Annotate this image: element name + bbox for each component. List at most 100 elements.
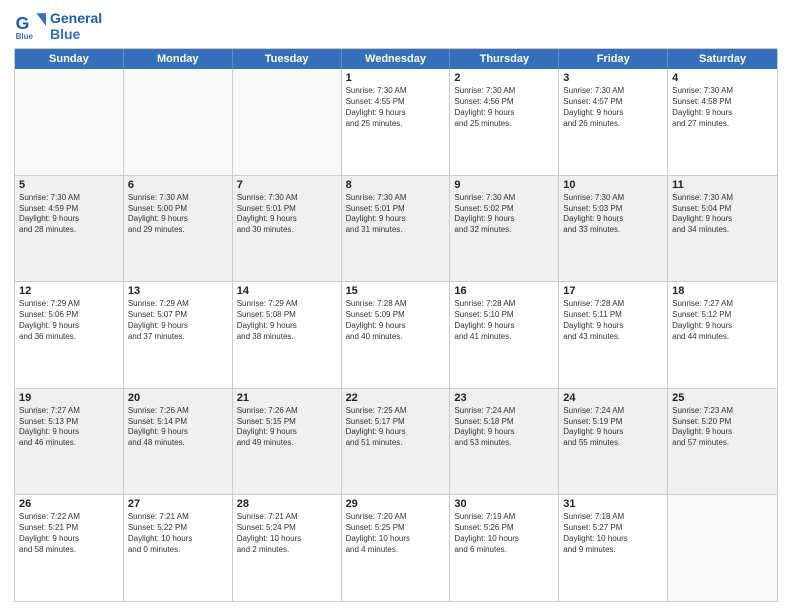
day-number: 20 bbox=[128, 392, 228, 404]
day-number: 23 bbox=[454, 392, 554, 404]
cal-cell: 25 Sunrise: 7:23 AM Sunset: 5:20 PM Dayli… bbox=[668, 389, 777, 495]
day-number: 6 bbox=[128, 179, 228, 191]
cal-cell: 31Sunrise: 7:18 AM Sunset: 5:27 PM Dayli… bbox=[559, 495, 668, 601]
day-info: Sunrise: 7:20 AM Sunset: 5:25 PM Dayligh… bbox=[346, 512, 446, 555]
cal-week-2: 12 Sunrise: 7:29 AM Sunset: 5:06 PM Dayli… bbox=[15, 281, 777, 388]
cal-cell: 11Sunrise: 7:30 AM Sunset: 5:04 PM Dayli… bbox=[668, 176, 777, 282]
day-number: 2 bbox=[454, 72, 554, 84]
day-info: Sunrise: 7:30 AM Sunset: 5:01 PM Dayligh… bbox=[346, 193, 446, 236]
cal-cell: 29 Sunrise: 7:20 AM Sunset: 5:25 PM Dayli… bbox=[342, 495, 451, 601]
header-day-wednesday: Wednesday bbox=[342, 49, 451, 69]
day-info: Sunrise: 7:18 AM Sunset: 5:27 PM Dayligh… bbox=[563, 512, 663, 555]
day-number: 15 bbox=[346, 285, 446, 297]
day-info: Sunrise: 7:30 AM Sunset: 4:58 PM Dayligh… bbox=[672, 86, 773, 129]
page: G Blue General Blue SundayMondayTuesdayW… bbox=[0, 0, 792, 612]
cal-cell: 1 Sunrise: 7:30 AM Sunset: 4:55 PM Daylig… bbox=[342, 69, 451, 175]
cal-cell: 5Sunrise: 7:30 AM Sunset: 4:59 PM Daylig… bbox=[15, 176, 124, 282]
day-number: 17 bbox=[563, 285, 663, 297]
cal-cell: 19Sunrise: 7:27 AM Sunset: 5:13 PM Dayli… bbox=[15, 389, 124, 495]
day-info: Sunrise: 7:27 AM Sunset: 5:13 PM Dayligh… bbox=[19, 406, 119, 449]
cal-cell: 13Sunrise: 7:29 AM Sunset: 5:07 PM Dayli… bbox=[124, 282, 233, 388]
day-info: Sunrise: 7:30 AM Sunset: 4:55 PM Dayligh… bbox=[346, 86, 446, 129]
cal-cell bbox=[15, 69, 124, 175]
header: G Blue General Blue bbox=[14, 10, 778, 42]
day-info: Sunrise: 7:30 AM Sunset: 5:02 PM Dayligh… bbox=[454, 193, 554, 236]
cal-cell: 21Sunrise: 7:26 AM Sunset: 5:15 PM Dayli… bbox=[233, 389, 342, 495]
cal-cell bbox=[124, 69, 233, 175]
cal-cell: 24 Sunrise: 7:24 AM Sunset: 5:19 PM Dayli… bbox=[559, 389, 668, 495]
day-info: Sunrise: 7:22 AM Sunset: 5:21 PM Dayligh… bbox=[19, 512, 119, 555]
cal-cell: 26 Sunrise: 7:22 AM Sunset: 5:21 PM Dayli… bbox=[15, 495, 124, 601]
day-number: 29 bbox=[346, 498, 446, 510]
day-info: Sunrise: 7:29 AM Sunset: 5:06 PM Dayligh… bbox=[19, 299, 119, 342]
header-day-thursday: Thursday bbox=[450, 49, 559, 69]
day-number: 7 bbox=[237, 179, 337, 191]
logo: G Blue General Blue bbox=[14, 10, 102, 42]
svg-text:Blue: Blue bbox=[16, 32, 34, 41]
day-number: 9 bbox=[454, 179, 554, 191]
day-number: 10 bbox=[563, 179, 663, 191]
logo-line1: General bbox=[50, 10, 102, 26]
header-day-monday: Monday bbox=[124, 49, 233, 69]
day-info: Sunrise: 7:29 AM Sunset: 5:07 PM Dayligh… bbox=[128, 299, 228, 342]
day-info: Sunrise: 7:19 AM Sunset: 5:26 PM Dayligh… bbox=[454, 512, 554, 555]
cal-cell bbox=[233, 69, 342, 175]
cal-cell: 14 Sunrise: 7:29 AM Sunset: 5:08 PM Dayli… bbox=[233, 282, 342, 388]
day-info: Sunrise: 7:28 AM Sunset: 5:09 PM Dayligh… bbox=[346, 299, 446, 342]
day-info: Sunrise: 7:30 AM Sunset: 4:57 PM Dayligh… bbox=[563, 86, 663, 129]
cal-cell: 6 Sunrise: 7:30 AM Sunset: 5:00 PM Daylig… bbox=[124, 176, 233, 282]
header-day-saturday: Saturday bbox=[668, 49, 777, 69]
cal-cell: 7 Sunrise: 7:30 AM Sunset: 5:01 PM Daylig… bbox=[233, 176, 342, 282]
cal-week-4: 26 Sunrise: 7:22 AM Sunset: 5:21 PM Dayli… bbox=[15, 494, 777, 601]
cal-cell: 12 Sunrise: 7:29 AM Sunset: 5:06 PM Dayli… bbox=[15, 282, 124, 388]
cal-cell: 22 Sunrise: 7:25 AM Sunset: 5:17 PM Dayli… bbox=[342, 389, 451, 495]
day-info: Sunrise: 7:28 AM Sunset: 5:11 PM Dayligh… bbox=[563, 299, 663, 342]
day-number: 4 bbox=[672, 72, 773, 84]
cal-cell bbox=[668, 495, 777, 601]
day-number: 5 bbox=[19, 179, 119, 191]
header-day-tuesday: Tuesday bbox=[233, 49, 342, 69]
logo-icon: G Blue bbox=[14, 10, 46, 42]
cal-cell: 23 Sunrise: 7:24 AM Sunset: 5:18 PM Dayli… bbox=[450, 389, 559, 495]
day-number: 12 bbox=[19, 285, 119, 297]
day-number: 26 bbox=[19, 498, 119, 510]
cal-week-0: 1 Sunrise: 7:30 AM Sunset: 4:55 PM Daylig… bbox=[15, 69, 777, 175]
day-number: 21 bbox=[237, 392, 337, 404]
day-number: 1 bbox=[346, 72, 446, 84]
svg-text:G: G bbox=[16, 13, 30, 33]
day-info: Sunrise: 7:21 AM Sunset: 5:22 PM Dayligh… bbox=[128, 512, 228, 555]
day-number: 18 bbox=[672, 285, 773, 297]
cal-cell: 30Sunrise: 7:19 AM Sunset: 5:26 PM Dayli… bbox=[450, 495, 559, 601]
day-info: Sunrise: 7:25 AM Sunset: 5:17 PM Dayligh… bbox=[346, 406, 446, 449]
calendar-body: 1 Sunrise: 7:30 AM Sunset: 4:55 PM Daylig… bbox=[15, 69, 777, 601]
cal-cell: 20 Sunrise: 7:26 AM Sunset: 5:14 PM Dayli… bbox=[124, 389, 233, 495]
day-info: Sunrise: 7:21 AM Sunset: 5:24 PM Dayligh… bbox=[237, 512, 337, 555]
cal-cell: 17 Sunrise: 7:28 AM Sunset: 5:11 PM Dayli… bbox=[559, 282, 668, 388]
day-info: Sunrise: 7:26 AM Sunset: 5:14 PM Dayligh… bbox=[128, 406, 228, 449]
day-info: Sunrise: 7:24 AM Sunset: 5:19 PM Dayligh… bbox=[563, 406, 663, 449]
day-info: Sunrise: 7:29 AM Sunset: 5:08 PM Dayligh… bbox=[237, 299, 337, 342]
cal-cell: 3 Sunrise: 7:30 AM Sunset: 4:57 PM Daylig… bbox=[559, 69, 668, 175]
day-number: 28 bbox=[237, 498, 337, 510]
cal-week-1: 5Sunrise: 7:30 AM Sunset: 4:59 PM Daylig… bbox=[15, 175, 777, 282]
day-info: Sunrise: 7:30 AM Sunset: 4:56 PM Dayligh… bbox=[454, 86, 554, 129]
cal-cell: 27 Sunrise: 7:21 AM Sunset: 5:22 PM Dayli… bbox=[124, 495, 233, 601]
day-number: 14 bbox=[237, 285, 337, 297]
cal-cell: 15 Sunrise: 7:28 AM Sunset: 5:09 PM Dayli… bbox=[342, 282, 451, 388]
day-number: 27 bbox=[128, 498, 228, 510]
day-number: 3 bbox=[563, 72, 663, 84]
day-info: Sunrise: 7:28 AM Sunset: 5:10 PM Dayligh… bbox=[454, 299, 554, 342]
day-number: 22 bbox=[346, 392, 446, 404]
header-day-friday: Friday bbox=[559, 49, 668, 69]
cal-cell: 2 Sunrise: 7:30 AM Sunset: 4:56 PM Daylig… bbox=[450, 69, 559, 175]
day-number: 16 bbox=[454, 285, 554, 297]
day-info: Sunrise: 7:23 AM Sunset: 5:20 PM Dayligh… bbox=[672, 406, 773, 449]
cal-cell: 4 Sunrise: 7:30 AM Sunset: 4:58 PM Daylig… bbox=[668, 69, 777, 175]
cal-cell: 10Sunrise: 7:30 AM Sunset: 5:03 PM Dayli… bbox=[559, 176, 668, 282]
cal-cell: 8Sunrise: 7:30 AM Sunset: 5:01 PM Daylig… bbox=[342, 176, 451, 282]
day-number: 24 bbox=[563, 392, 663, 404]
day-info: Sunrise: 7:30 AM Sunset: 5:00 PM Dayligh… bbox=[128, 193, 228, 236]
day-number: 25 bbox=[672, 392, 773, 404]
day-info: Sunrise: 7:24 AM Sunset: 5:18 PM Dayligh… bbox=[454, 406, 554, 449]
day-info: Sunrise: 7:30 AM Sunset: 5:01 PM Dayligh… bbox=[237, 193, 337, 236]
